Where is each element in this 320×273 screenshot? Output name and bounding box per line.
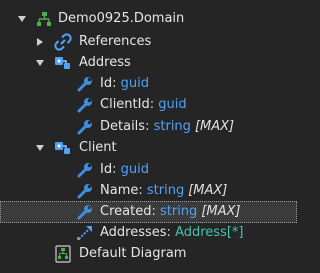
diagram-label: Default Diagram bbox=[79, 246, 187, 261]
root-label: Demo0925.Domain bbox=[58, 11, 185, 26]
tree-item-attribute[interactable]: Name: string [MAX] bbox=[0, 180, 297, 202]
attribute-type: guid bbox=[120, 162, 149, 177]
class-icon bbox=[54, 54, 72, 72]
attribute-type: string bbox=[146, 183, 185, 198]
tree-item-attribute[interactable]: Details: string [MAX] bbox=[0, 116, 297, 138]
tree-item-references[interactable]: References bbox=[0, 31, 297, 53]
wrench-icon bbox=[76, 161, 94, 179]
tree-item-root[interactable]: Demo0925.Domain bbox=[0, 8, 297, 30]
chevron-down-icon[interactable] bbox=[34, 142, 46, 154]
tree-item-attribute[interactable]: Id: guid bbox=[0, 73, 297, 95]
attribute-type: guid bbox=[158, 97, 187, 112]
class-label: Client bbox=[79, 140, 117, 155]
attribute-type: string bbox=[153, 119, 191, 134]
attribute-colon: : bbox=[138, 183, 143, 198]
attribute-multiplicity: [MAX] bbox=[201, 204, 241, 219]
references-label: References bbox=[79, 34, 152, 49]
association-name: Addresses bbox=[100, 225, 167, 240]
tree-item-class-address[interactable]: Address bbox=[0, 52, 297, 74]
attribute-text: Name: string [MAX] bbox=[100, 182, 227, 200]
attribute-colon: : bbox=[145, 119, 150, 134]
tree-item-attribute[interactable]: Id: guid bbox=[0, 159, 297, 181]
attribute-type: guid bbox=[120, 76, 149, 91]
attribute-name: Created bbox=[100, 204, 152, 219]
diagram-icon bbox=[54, 245, 72, 263]
chevron-right-icon[interactable] bbox=[34, 36, 46, 48]
link-icon bbox=[54, 33, 72, 51]
chevron-down-icon[interactable] bbox=[34, 57, 46, 69]
attribute-multiplicity: [MAX] bbox=[194, 119, 235, 134]
attribute-multiplicity: [MAX] bbox=[188, 183, 228, 198]
association-text: Addresses: Address[*] bbox=[100, 224, 244, 242]
association-icon bbox=[76, 224, 94, 242]
association-colon: : bbox=[166, 225, 171, 240]
attribute-colon: : bbox=[112, 76, 117, 91]
association-type: Address[*] bbox=[175, 225, 244, 240]
attribute-name: Id bbox=[100, 162, 113, 177]
attribute-text: Id: guid bbox=[100, 161, 149, 179]
domain-package-icon bbox=[35, 10, 53, 28]
tree-item-diagram[interactable]: Default Diagram bbox=[0, 243, 297, 265]
domain-tree: Demo0925.Domain References Address Id: g… bbox=[0, 0, 297, 273]
attribute-colon: : bbox=[151, 204, 156, 219]
wrench-icon bbox=[76, 96, 94, 114]
class-label: Address bbox=[79, 55, 131, 70]
class-icon bbox=[54, 139, 72, 157]
attribute-type: string bbox=[159, 204, 198, 219]
attribute-text: ClientId: guid bbox=[100, 96, 187, 114]
chevron-down-icon[interactable] bbox=[16, 13, 28, 25]
attribute-text: Details: string [MAX] bbox=[100, 118, 234, 136]
wrench-icon bbox=[76, 118, 94, 136]
attribute-text: Id: guid bbox=[100, 75, 149, 93]
wrench-icon bbox=[76, 75, 94, 93]
attribute-text: Created: string [MAX] bbox=[100, 203, 240, 221]
wrench-icon bbox=[76, 203, 94, 221]
attribute-name: Details bbox=[100, 119, 146, 134]
tree-item-association[interactable]: Addresses: Address[*] bbox=[0, 222, 297, 244]
tree-item-attribute[interactable]: ClientId: guid bbox=[0, 94, 297, 116]
attribute-name: ClientId bbox=[100, 97, 150, 112]
attribute-colon: : bbox=[112, 162, 117, 177]
tree-item-class-client[interactable]: Client bbox=[0, 137, 297, 159]
tree-item-attribute-selected[interactable]: Created: string [MAX] bbox=[0, 201, 297, 223]
attribute-name: Id bbox=[100, 76, 113, 91]
attribute-colon: : bbox=[149, 97, 155, 112]
attribute-name: Name bbox=[100, 183, 139, 198]
wrench-icon bbox=[76, 182, 94, 200]
